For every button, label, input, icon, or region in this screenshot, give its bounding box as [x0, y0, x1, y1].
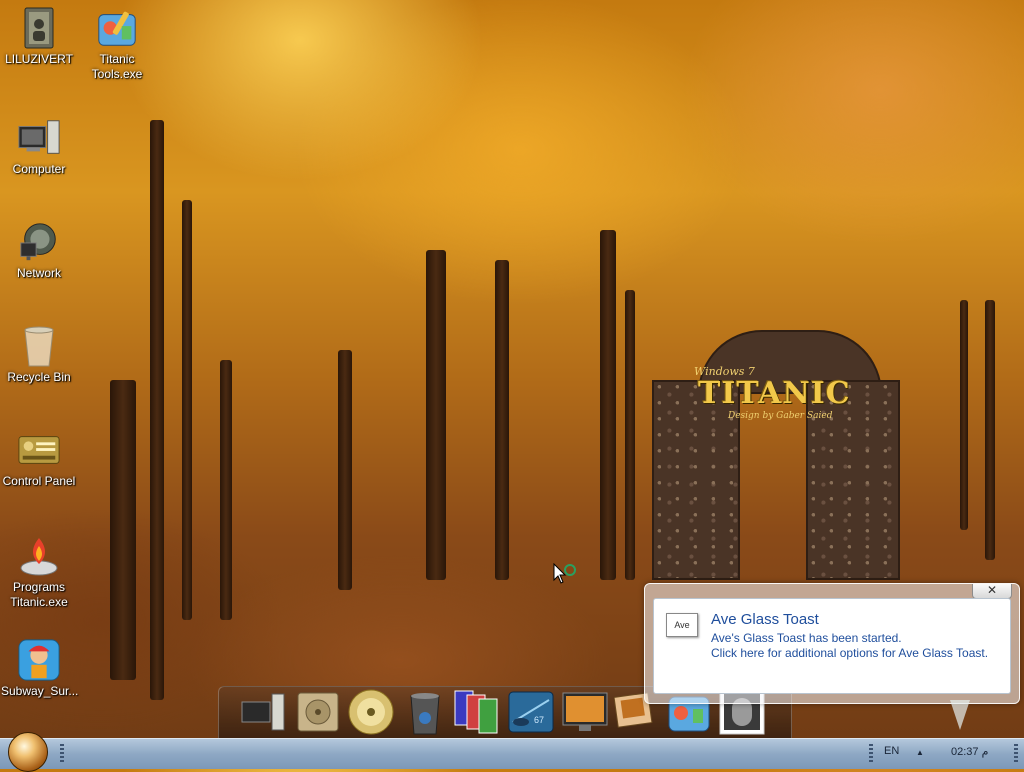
desktop-icon-programs-titanic[interactable]: Programs Titanic.exe: [1, 534, 77, 610]
desktop-icon-computer[interactable]: Computer: [1, 116, 77, 177]
desktop-icon-control-panel[interactable]: Control Panel: [1, 428, 77, 489]
gauge-icon: [508, 691, 554, 733]
pictures-icon: [454, 690, 498, 734]
desktop-icon-label: Programs Titanic.exe: [10, 580, 68, 609]
dock-item-pictures[interactable]: [453, 688, 501, 736]
show-desktop-grip[interactable]: [1014, 744, 1018, 762]
toast-message: Ave's Glass Toast has been started.: [711, 631, 902, 645]
desktop-icon-label: Control Panel: [2, 474, 76, 488]
drive-icon: [297, 692, 339, 732]
close-icon[interactable]: ✕: [972, 584, 1012, 599]
desktop-icon-label: Titanic Tools.exe: [91, 52, 143, 81]
wallpaper-logo: TITANIC: [698, 376, 851, 411]
subway-surfers-icon: [17, 638, 61, 682]
desktop-icon-recycle-bin[interactable]: Recycle Bin: [1, 324, 77, 385]
recycle-bin-icon: [17, 324, 61, 368]
computer-icon: [241, 693, 285, 731]
language-indicator[interactable]: EN: [884, 745, 899, 757]
programs-icon: [17, 534, 61, 578]
monitor-icon: [562, 692, 608, 731]
taskbar-grip-tray[interactable]: [869, 744, 873, 762]
desktop-icon-label: Subway_Sur...: [1, 684, 79, 698]
desktop-icon-label: Recycle Bin: [7, 370, 71, 384]
desktop-icon-label: Computer: [12, 162, 66, 176]
toast-body[interactable]: Ave Ave Glass Toast Ave's Glass Toast ha…: [653, 598, 1011, 694]
user-folder-icon: [17, 6, 61, 50]
network-icon: [17, 220, 61, 264]
mouse-cursor-icon: [553, 562, 579, 590]
start-button[interactable]: [8, 732, 48, 772]
computer-icon: [17, 116, 61, 160]
desktop-icon-network[interactable]: Network: [1, 220, 77, 281]
desktop-icon-label: LILUZIVERT: [5, 52, 73, 66]
desktop-icon-subway-surfers[interactable]: Subway_Sur...: [1, 638, 79, 699]
dock-item-monitor[interactable]: [561, 688, 609, 736]
desktop-icon-titanic-tools[interactable]: Titanic Tools.exe: [79, 6, 155, 82]
toast-notification[interactable]: ✕ Ave Ave Glass Toast Ave's Glass Toast …: [644, 583, 1020, 704]
dock-item-computer[interactable]: [240, 688, 288, 736]
toast-options-link[interactable]: Click here for additional options for Av…: [711, 646, 988, 660]
dock-item-gauge[interactable]: 67: [507, 688, 555, 736]
trash-icon: [410, 693, 440, 735]
clock[interactable]: 02:37 م: [951, 745, 988, 758]
toast-app-icon: Ave: [666, 613, 698, 637]
dock-item-drive[interactable]: [294, 688, 342, 736]
control-panel-icon: [17, 428, 61, 472]
wallpaper-logo-subtitle: Design by Gaber Saied: [728, 411, 833, 421]
desktop-icon-label: Network: [16, 266, 61, 280]
disc-icon: [348, 689, 394, 735]
toast-title: Ave Glass Toast: [711, 611, 819, 628]
tools-icon: [95, 6, 139, 50]
tray-expand-icon[interactable]: ▲: [916, 748, 924, 757]
toast-pointer: [950, 700, 970, 730]
dock-item-trash[interactable]: [401, 688, 449, 736]
desktop-icon-liluzivert[interactable]: LILUZIVERT: [1, 6, 77, 67]
dock-item-disc[interactable]: [347, 688, 395, 736]
gauge-value: 67: [534, 715, 545, 725]
taskbar-grip[interactable]: [60, 744, 64, 762]
